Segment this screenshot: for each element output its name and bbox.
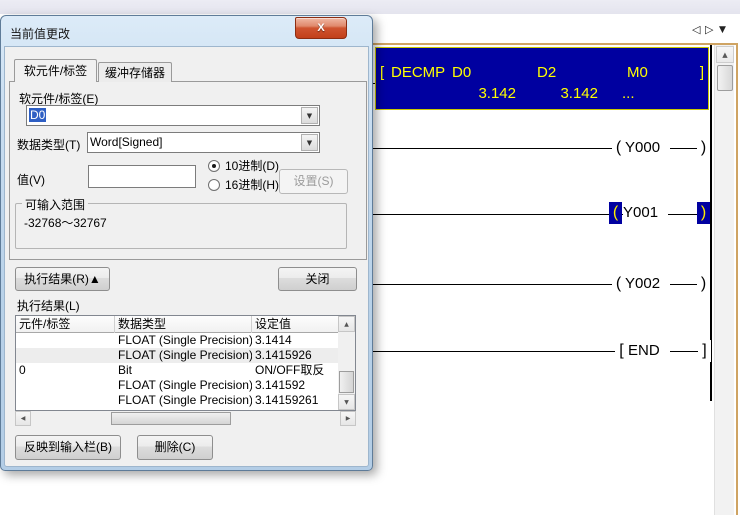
scroll-down-icon[interactable]: ▼ xyxy=(338,394,355,410)
exec-result-toggle-button[interactable]: 执行结果(R)▲ xyxy=(15,267,110,291)
monitor-value-d0: 3.142 xyxy=(434,85,516,102)
radio-hex-label: 16进制(H) xyxy=(225,178,279,192)
exec-result-label: 执行结果(L) xyxy=(17,297,80,314)
coil-close-paren-highlighted: ) xyxy=(697,202,710,224)
end-bracket-open: [ xyxy=(615,340,628,362)
radio-icon xyxy=(208,179,220,191)
close-icon[interactable]: X xyxy=(295,17,347,39)
cell-setvalue: 3.141592 xyxy=(252,378,340,393)
col-header-device[interactable]: 元件/标签 xyxy=(16,316,115,333)
tab-device-label[interactable]: 软元件/标签 xyxy=(14,59,97,82)
mdi-tab-nav: ◁ ▷ ▼ xyxy=(692,23,736,39)
coil-close-paren: ) xyxy=(697,137,710,159)
tab-list-dropdown-icon[interactable]: ▼ xyxy=(719,25,726,35)
scroll-up-icon[interactable]: ▲ xyxy=(716,46,734,63)
delete-button[interactable]: 删除(C) xyxy=(137,435,213,460)
cell-datatype: FLOAT (Single Precision) xyxy=(115,378,252,393)
operand-d2: D2 xyxy=(537,64,556,81)
top-strip xyxy=(0,0,740,14)
input-range-title: 可输入范围 xyxy=(22,196,88,213)
dialog-title: 当前值更改 xyxy=(10,25,70,42)
document-frame-right xyxy=(736,43,738,515)
scroll-right-icon[interactable]: ▶ xyxy=(340,411,356,426)
scroll-left-icon[interactable]: ◀ xyxy=(15,411,31,426)
table-row[interactable]: FLOAT (Single Precision) 3.1415926 xyxy=(16,348,340,363)
tab-buffer-memory[interactable]: 缓冲存储器 xyxy=(98,62,172,82)
table-vertical-scrollbar[interactable]: ▲ ▼ xyxy=(338,316,355,410)
operand-m0: M0 xyxy=(627,64,648,81)
instruction-name: DECMP xyxy=(391,64,445,81)
table-header-row: 元件/标签 数据类型 设定值 xyxy=(16,316,340,333)
ladder-canvas[interactable]: [ DECMP D0 D2 M0 ] 3.142 3.142 ... ( Y00… xyxy=(373,45,712,515)
tab-scroll-left-icon[interactable]: ◁ xyxy=(692,23,700,36)
datatype-label: 数据类型(T) xyxy=(17,136,80,153)
end-bracket-close: ] xyxy=(698,340,711,362)
current-value-change-dialog: 当前值更改 X 软元件/标签 缓冲存储器 软元件/标签(E) D0 ▼ 数据类型… xyxy=(0,15,373,471)
end-instruction[interactable]: END xyxy=(628,341,670,361)
cell-setvalue: 3.1414 xyxy=(252,333,340,348)
cell-device xyxy=(16,393,115,408)
scrollbar-thumb[interactable] xyxy=(111,412,231,425)
monitor-value-d2: 3.142 xyxy=(524,85,598,102)
table-row[interactable]: FLOAT (Single Precision) 3.141592 xyxy=(16,378,340,393)
ladder-vertical-scrollbar[interactable]: ▲ xyxy=(714,45,734,515)
bracket-close: ] xyxy=(700,64,704,81)
monitor-value-m0: ... xyxy=(622,85,635,102)
cell-datatype: FLOAT (Single Precision) xyxy=(115,333,252,348)
close-button[interactable]: 关闭 xyxy=(278,267,357,291)
cell-device xyxy=(16,333,115,348)
table-row[interactable]: FLOAT (Single Precision) 3.14159261 xyxy=(16,393,340,408)
cell-setvalue: ON/OFF取反 xyxy=(252,363,340,378)
value-label: 值(V) xyxy=(17,171,45,188)
reflect-to-input-button[interactable]: 反映到输入栏(B) xyxy=(15,435,121,460)
exec-result-table[interactable]: 元件/标签 数据类型 设定值 FLOAT (Single Precision) … xyxy=(15,315,356,411)
cell-datatype: Bit xyxy=(115,363,252,378)
scrollbar-thumb[interactable] xyxy=(717,65,733,91)
scrollbar-thumb[interactable] xyxy=(339,371,354,393)
device-value: D0 xyxy=(29,108,46,122)
device-combobox[interactable]: D0 ▼ xyxy=(26,105,320,126)
cell-device xyxy=(16,348,115,363)
chevron-down-icon[interactable]: ▼ xyxy=(301,134,318,151)
coil-close-paren: ) xyxy=(697,273,710,295)
value-input[interactable] xyxy=(88,165,196,188)
table-row[interactable]: FLOAT (Single Precision) 3.1414 xyxy=(16,333,340,348)
datatype-combobox[interactable]: Word[Signed] ▼ xyxy=(87,132,320,153)
radio-dot xyxy=(212,164,216,168)
table-horizontal-scrollbar[interactable]: ◀ ▶ xyxy=(15,411,356,426)
set-button[interactable]: 设置(S) xyxy=(279,169,348,194)
datatype-value: Word[Signed] xyxy=(90,135,163,150)
dialog-client: 软元件/标签 缓冲存储器 软元件/标签(E) D0 ▼ 数据类型(T) Word… xyxy=(4,46,369,467)
cell-device: 0 xyxy=(16,363,115,378)
input-range-text: -32768～32767 xyxy=(24,214,107,231)
instruction-decmp[interactable]: [ DECMP D0 D2 M0 ] 3.142 3.142 ... xyxy=(375,47,709,110)
coil-open-paren-highlighted: ( xyxy=(609,202,622,224)
table-row[interactable]: 0 Bit ON/OFF取反 xyxy=(16,363,340,378)
scroll-up-icon[interactable]: ▲ xyxy=(338,316,355,332)
tab-scroll-right-icon[interactable]: ▷ xyxy=(705,23,713,36)
bracket-open: [ xyxy=(380,64,384,81)
coil-y000[interactable]: Y000 xyxy=(625,138,670,158)
coil-y002[interactable]: Y002 xyxy=(625,274,670,294)
screen: ◁ ▷ ▼ [ DECMP D0 D2 M0 ] 3.142 3.142 ...… xyxy=(0,0,740,515)
coil-open-paren: ( xyxy=(612,137,625,159)
coil-y001[interactable]: Y001 xyxy=(623,203,668,223)
cell-setvalue: 3.14159261 xyxy=(252,393,340,408)
cell-datatype: FLOAT (Single Precision) xyxy=(115,348,252,363)
radio-decimal-label: 10进制(D) xyxy=(225,159,279,173)
coil-open-paren: ( xyxy=(612,273,625,295)
cell-datatype: FLOAT (Single Precision) xyxy=(115,393,252,408)
input-range-groupbox: 可输入范围 -32768～32767 xyxy=(15,203,347,249)
radio-icon xyxy=(208,160,220,172)
cell-device xyxy=(16,378,115,393)
chevron-down-icon[interactable]: ▼ xyxy=(301,107,318,124)
operand-d0: D0 xyxy=(452,64,471,81)
col-header-setvalue[interactable]: 设定值 xyxy=(252,316,340,333)
col-header-datatype[interactable]: 数据类型 xyxy=(115,316,252,333)
cell-setvalue: 3.1415926 xyxy=(252,348,340,363)
